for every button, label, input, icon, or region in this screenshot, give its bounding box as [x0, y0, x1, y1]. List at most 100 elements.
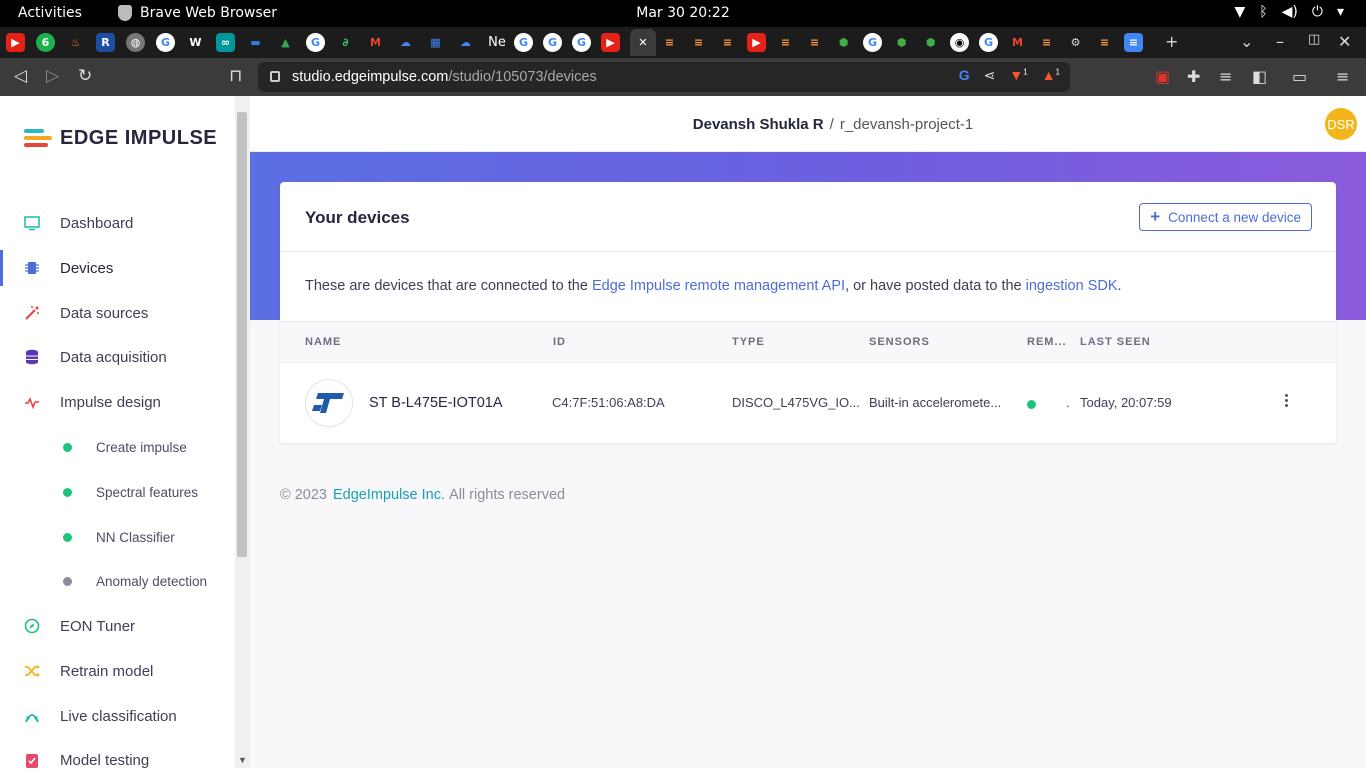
- google-tab-icon[interactable]: G: [863, 33, 882, 52]
- new-tab-button[interactable]: +: [1165, 32, 1178, 51]
- minimize-button[interactable]: –: [1276, 32, 1284, 51]
- drive-tab-icon[interactable]: ▲: [276, 33, 295, 52]
- edge-impulse-tab-icon[interactable]: ≡: [718, 33, 737, 52]
- sidebar-toggle-icon[interactable]: ◧: [1252, 67, 1267, 86]
- edge-impulse-tab-icon[interactable]: ≡: [776, 33, 795, 52]
- breadcrumb-project[interactable]: r_devansh-project-1: [840, 116, 973, 133]
- column-header-sensors[interactable]: SENSORS: [869, 336, 930, 348]
- ingestion-sdk-link[interactable]: ingestion SDK: [1026, 278, 1118, 294]
- column-header-remote[interactable]: REM...: [1027, 336, 1067, 348]
- sidebar-item-devices[interactable]: Devices: [0, 250, 235, 286]
- extension-icon[interactable]: ▣: [1155, 67, 1170, 86]
- edge-impulse-tab-icon[interactable]: ≡: [1095, 33, 1114, 52]
- sidebar-item-impulse-design[interactable]: Impulse design: [0, 384, 235, 420]
- device-id: C4:7F:51:06:A8:DA: [552, 395, 665, 410]
- desc-text: , or have posted data to the: [845, 278, 1026, 294]
- youtube-tab-icon[interactable]: ▶: [747, 33, 766, 52]
- sidebar-item-dashboard[interactable]: Dashboard: [0, 205, 235, 241]
- sidebar-item-model-testing[interactable]: Model testing: [0, 742, 235, 778]
- grid-tab-icon[interactable]: ▦: [426, 33, 445, 52]
- meet-tab-icon[interactable]: ▬: [246, 33, 265, 52]
- column-header-id[interactable]: ID: [553, 336, 566, 348]
- cloud-tab-icon[interactable]: ☁: [396, 33, 415, 52]
- reading-list-icon[interactable]: ≡: [1219, 67, 1232, 86]
- close-window-button[interactable]: ✕: [1338, 32, 1351, 51]
- arduino-tab-icon[interactable]: ∞: [216, 33, 235, 52]
- tab-search-chevron-icon[interactable]: ⌄: [1240, 32, 1253, 51]
- sidebar-item-data-sources[interactable]: Data sources: [0, 295, 235, 331]
- docs-tab-icon[interactable]: ≡: [1124, 33, 1143, 52]
- sidebar-subitem-anomaly-detection[interactable]: Anomaly detection: [0, 566, 235, 596]
- active-tab[interactable]: ✕: [630, 29, 656, 56]
- url-text[interactable]: studio.edgeimpulse.com/studio/105073/dev…: [292, 69, 597, 85]
- clipboard-check-icon: [26, 754, 38, 768]
- share-icon[interactable]: ⋖: [984, 67, 996, 84]
- scrollbar-thumb[interactable]: [237, 112, 247, 557]
- gmail-tab-icon[interactable]: M: [1008, 33, 1027, 52]
- avatar[interactable]: DSR: [1325, 108, 1357, 140]
- node-tab-icon[interactable]: ⬢: [892, 33, 911, 52]
- company-link[interactable]: EdgeImpulse Inc.: [333, 487, 445, 503]
- google-tab-icon[interactable]: G: [514, 33, 533, 52]
- node-tab-icon[interactable]: ⬢: [834, 33, 853, 52]
- forward-button[interactable]: ▷: [46, 66, 59, 86]
- cloud-tab-icon[interactable]: ☁: [456, 33, 475, 52]
- github-tab-icon[interactable]: ◉: [950, 33, 969, 52]
- youtube-tab-icon[interactable]: ▶: [6, 33, 25, 52]
- logo-text: EDGE IMPULSE: [60, 127, 218, 149]
- column-header-last-seen[interactable]: LAST SEEN: [1080, 336, 1151, 348]
- r-tab-icon[interactable]: R: [96, 33, 115, 52]
- sidebar-item-data-acquisition[interactable]: Data acquisition: [0, 339, 235, 375]
- edge-impulse-tab-icon[interactable]: ≡: [805, 33, 824, 52]
- edge-impulse-tab-icon[interactable]: ≡: [1037, 33, 1056, 52]
- brave-shields-icon[interactable]: ▼1: [1009, 67, 1027, 84]
- sidebar-item-retrain-model[interactable]: Retrain model: [0, 653, 235, 689]
- breadcrumb-user[interactable]: Devansh Shukla R: [693, 116, 824, 133]
- brave-rewards-icon[interactable]: ▲1: [1042, 67, 1060, 84]
- bookmark-icon[interactable]: ⊓: [229, 66, 242, 86]
- youtube-tab-icon[interactable]: ▶: [601, 33, 620, 52]
- remote-management-api-link[interactable]: Edge Impulse remote management API: [592, 278, 845, 294]
- reload-button[interactable]: ↻: [78, 66, 92, 86]
- edge-impulse-logo[interactable]: EDGE IMPULSE: [24, 127, 217, 150]
- flame-tab-icon[interactable]: ♨: [66, 33, 85, 52]
- device-name[interactable]: ST B-L475E-IOT01A: [369, 395, 503, 411]
- chip-icon: [25, 262, 39, 274]
- google-tab-icon[interactable]: G: [572, 33, 591, 52]
- wikipedia-tab-icon[interactable]: W: [186, 33, 205, 52]
- globe-tab-icon[interactable]: ◍: [126, 33, 145, 52]
- google-tab-icon[interactable]: G: [543, 33, 562, 52]
- google-icon[interactable]: G: [959, 67, 970, 84]
- menu-icon[interactable]: ≡: [1336, 67, 1349, 86]
- column-header-type[interactable]: TYPE: [732, 336, 765, 348]
- edge-impulse-tab-icon[interactable]: ≡: [689, 33, 708, 52]
- clock[interactable]: Mar 30 20:22: [0, 5, 1366, 21]
- table-row[interactable]: ST B-L475E-IOT01A C4:7F:51:06:A8:DA DISC…: [280, 363, 1336, 443]
- back-button[interactable]: ◁: [14, 66, 27, 86]
- google-tab-icon[interactable]: G: [156, 33, 175, 52]
- system-tray[interactable]: ▼ ᛒ ◀) ⏻ ▾: [1234, 4, 1344, 20]
- connect-new-device-button[interactable]: + Connect a new device: [1139, 203, 1312, 231]
- sidebar-subitem-nn-classifier[interactable]: NN Classifier: [0, 522, 235, 552]
- google-tab-icon[interactable]: G: [979, 33, 998, 52]
- address-bar[interactable]: studio.edgeimpulse.com/studio/105073/dev…: [258, 62, 1070, 92]
- row-menu-icon[interactable]: [1283, 394, 1289, 409]
- google-tab-icon[interactable]: G: [306, 33, 325, 52]
- leaf-tab-icon[interactable]: ∂: [336, 33, 355, 52]
- edge-impulse-tab-icon[interactable]: ≡: [660, 33, 679, 52]
- maximize-button[interactable]: ◫: [1308, 32, 1320, 47]
- scroll-down-arrow-icon[interactable]: ▼: [238, 755, 247, 765]
- sidebar-item-eon-tuner[interactable]: EON Tuner: [0, 608, 235, 644]
- sidebar-subitem-create-impulse[interactable]: Create impulse: [0, 432, 235, 462]
- sidebar-subitem-spectral-features[interactable]: Spectral features: [0, 477, 235, 507]
- whatsapp-tab-icon[interactable]: 6: [36, 33, 55, 52]
- gmail-tab-icon[interactable]: M: [366, 33, 385, 52]
- wallet-icon[interactable]: ▭: [1292, 67, 1307, 86]
- puzzle-icon[interactable]: ✚: [1187, 67, 1200, 86]
- settings-tab-icon[interactable]: ⚙: [1066, 33, 1085, 52]
- sidebar-item-live-classification[interactable]: Live classification: [0, 698, 235, 734]
- sidebar-scrollbar[interactable]: ▼: [235, 96, 250, 768]
- node-tab-icon[interactable]: ⬢: [921, 33, 940, 52]
- column-header-name[interactable]: NAME: [305, 336, 341, 348]
- partial-tab-label[interactable]: Ne: [486, 33, 508, 52]
